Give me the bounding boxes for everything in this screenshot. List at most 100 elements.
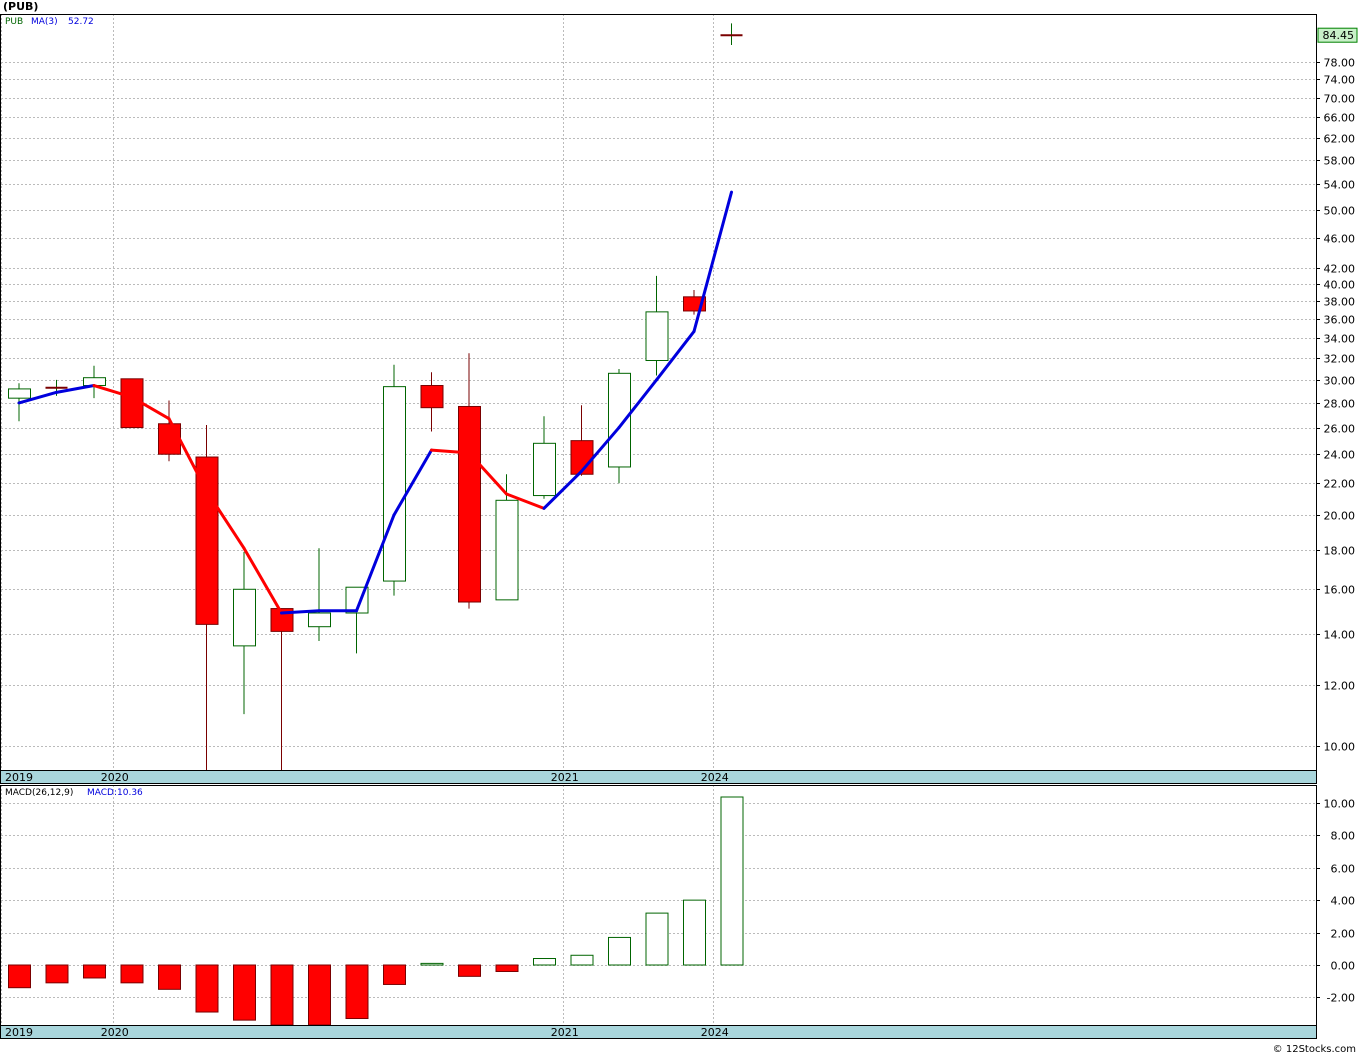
price-tick-label: 34.00 <box>1324 333 1356 346</box>
legend-ma-value: 52.72 <box>68 17 94 27</box>
candle-body <box>8 388 31 399</box>
candle-body <box>608 372 631 468</box>
ma-segment <box>692 190 733 333</box>
price-tick-label: 30.00 <box>1324 375 1356 388</box>
price-x-axis-band <box>0 770 1317 784</box>
price-tick-label: 66.00 <box>1324 112 1356 125</box>
macd-bar <box>45 964 69 984</box>
macd-bar <box>195 964 219 1013</box>
price-x-label: 2021 <box>551 771 579 784</box>
candle <box>345 586 369 654</box>
price-tick-label: 58.00 <box>1324 155 1356 168</box>
candle-body <box>158 423 181 455</box>
candle <box>233 551 256 715</box>
macd-legend-value: MACD:10.36 <box>87 788 143 798</box>
price-tick-label: 38.00 <box>1324 296 1356 309</box>
price-tick-label: 26.00 <box>1324 423 1356 436</box>
price-tick-label: 22.00 <box>1324 478 1356 491</box>
price-tick-label: 42.00 <box>1324 263 1356 276</box>
macd-legend-label: MACD(26,12,9) <box>5 788 73 798</box>
macd-bar <box>158 964 181 990</box>
price-panel-frame <box>0 14 1317 771</box>
candle-body <box>533 442 556 497</box>
candle <box>308 548 331 641</box>
macd-tick-label: -2.00 <box>1327 992 1355 1005</box>
macd-bars <box>8 796 744 1026</box>
macd-tick-label: 0.00 <box>1331 960 1356 973</box>
candle <box>420 372 444 432</box>
legend-ma-label: MA(3) <box>31 17 58 27</box>
price-tick-label: 16.00 <box>1324 584 1356 597</box>
macd-x-label: 2019 <box>5 1026 33 1039</box>
price-axis: 78.00 74.00 70.00 66.00 62.00 58.00 54.00 50.00… <box>1316 27 1358 754</box>
price-tick-label: 18.00 <box>1324 545 1356 558</box>
price-x-label: 2020 <box>101 771 129 784</box>
macd-tick-label: 4.00 <box>1331 895 1356 908</box>
last-price-label: 84.45 <box>1323 29 1355 42</box>
macd-bar <box>270 964 294 1026</box>
price-tick-label: 50.00 <box>1324 205 1356 218</box>
price-tick-label: 28.00 <box>1324 398 1356 411</box>
price-x-label: 2024 <box>701 771 729 784</box>
price-tick-label: 10.00 <box>1324 741 1356 754</box>
macd-bar <box>120 964 144 984</box>
price-tick-label: 62.00 <box>1324 133 1356 146</box>
macd-tick-label: 6.00 <box>1331 863 1356 876</box>
price-tick-label: 74.00 <box>1324 74 1356 87</box>
macd-bar <box>233 964 256 1021</box>
candle-body <box>383 386 406 582</box>
candle-body <box>233 588 256 647</box>
macd-bar <box>608 936 631 966</box>
price-tick-label: 46.00 <box>1324 233 1356 246</box>
macd-bar <box>308 964 331 1026</box>
macd-bar <box>420 962 444 966</box>
macd-x-label: 2024 <box>701 1026 729 1039</box>
macd-axis: 10.00 8.00 6.00 4.00 2.00 0.00 -2.00 <box>1316 798 1355 1005</box>
macd-x-label: 2021 <box>551 1026 579 1039</box>
candle-body <box>458 405 481 603</box>
macd-bar <box>495 964 519 972</box>
macd-tick-label: 8.00 <box>1331 830 1356 843</box>
price-candles <box>8 23 743 770</box>
macd-x-axis-band <box>0 1025 1317 1039</box>
macd-tick-label: 10.00 <box>1324 798 1356 811</box>
candle-body <box>308 612 331 628</box>
macd-bar <box>533 958 556 966</box>
candle-body <box>495 499 519 601</box>
legend-symbol: PUB <box>5 17 23 27</box>
candle-body <box>195 456 219 625</box>
chart-canvas: (PUB) PUB MA(3) 52.72 78.00 74.00 70.00 66.… <box>0 0 1358 1055</box>
macd-bar <box>345 964 369 1020</box>
price-tick-label: 20.00 <box>1324 510 1356 523</box>
candle <box>720 23 743 46</box>
candle <box>645 275 669 376</box>
price-tick-label: 12.00 <box>1324 680 1356 693</box>
price-gridlines <box>1 14 1316 770</box>
price-tick-label: 40.00 <box>1324 279 1356 292</box>
macd-bar <box>383 964 406 985</box>
candle <box>383 364 406 596</box>
macd-bar <box>83 964 106 979</box>
macd-bar <box>570 954 594 966</box>
candle-body <box>420 385 444 409</box>
candle <box>270 608 294 770</box>
price-tick-label: 36.00 <box>1324 314 1356 327</box>
macd-bar <box>683 899 706 966</box>
macd-bar <box>645 912 669 966</box>
price-tick-label: 24.00 <box>1324 449 1356 462</box>
candle <box>83 365 106 399</box>
macd-x-label: 2020 <box>101 1026 129 1039</box>
price-tick-label: 78.00 <box>1324 57 1356 70</box>
price-tick-label: 32.00 <box>1324 353 1356 366</box>
watermark: © 12Stocks.com <box>1273 1044 1356 1055</box>
macd-bar <box>458 964 481 977</box>
candle <box>570 405 594 476</box>
price-x-label: 2019 <box>5 771 33 784</box>
macd-bar <box>720 796 744 966</box>
symbol-title: (PUB) <box>3 0 38 13</box>
macd-tick-label: 2.00 <box>1331 928 1356 941</box>
candle <box>458 353 481 609</box>
price-tick-label: 70.00 <box>1324 93 1356 106</box>
ma-segment <box>55 384 96 394</box>
price-tick-label: 14.00 <box>1324 629 1356 642</box>
